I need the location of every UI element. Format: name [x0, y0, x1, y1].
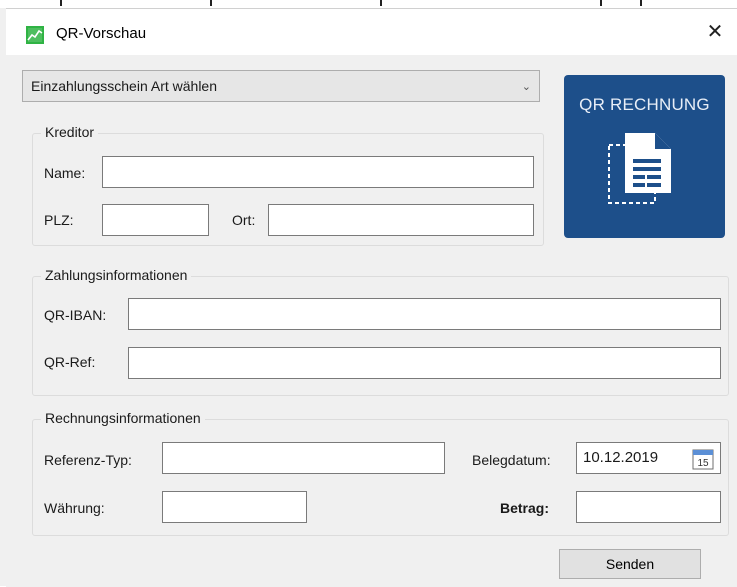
calendar-day: 15: [697, 458, 709, 469]
referenz-typ-label: Referenz-Typ:: [44, 452, 132, 468]
parent-window-strip: [0, 0, 737, 8]
window-title: QR-Vorschau: [56, 25, 147, 42]
zahlungsinformationen-legend: Zahlungsinformationen: [41, 267, 192, 283]
parent-tick: [380, 0, 382, 6]
invoice-type-select-value: Einzahlungsschein Art wählen: [31, 78, 218, 94]
app-chart-icon: [26, 26, 44, 44]
qr-preview-dialog: QR-Vorschau ✕ Einzahlungsschein Art wähl…: [6, 8, 737, 587]
parent-tick: [210, 0, 212, 6]
plz-input[interactable]: [102, 204, 209, 236]
referenz-typ-input[interactable]: [162, 442, 445, 474]
qr-rechnung-logo: QR RECHNUNG: [564, 75, 725, 238]
send-button[interactable]: Senden: [559, 549, 701, 579]
close-button[interactable]: ✕: [701, 17, 729, 45]
ort-label: Ort:: [232, 212, 256, 228]
belegdatum-datepicker[interactable]: 10.12.2019 15: [576, 442, 721, 474]
close-icon: ✕: [706, 20, 724, 43]
belegdatum-label: Belegdatum:: [472, 452, 551, 468]
belegdatum-value: 10.12.2019: [583, 449, 659, 466]
chevron-down-icon: ⌄: [521, 81, 531, 93]
title-bar: QR-Vorschau ✕: [6, 9, 737, 55]
parent-tick: [640, 0, 642, 6]
waehrung-label: Währung:: [44, 500, 105, 516]
rechnungsinformationen-legend: Rechnungsinformationen: [41, 410, 205, 426]
parent-tick: [600, 0, 602, 6]
betrag-label: Betrag:: [500, 500, 550, 516]
invoice-type-select[interactable]: Einzahlungsschein Art wählen ⌄: [22, 70, 540, 102]
name-input[interactable]: [102, 156, 534, 188]
document-icon: [608, 133, 671, 204]
kreditor-legend: Kreditor: [41, 124, 99, 140]
logo-text: QR RECHNUNG: [579, 95, 710, 114]
qr-iban-input[interactable]: [128, 298, 721, 330]
waehrung-input[interactable]: [162, 491, 307, 523]
qr-ref-input[interactable]: [128, 347, 721, 379]
calendar-icon[interactable]: 15: [692, 448, 714, 470]
parent-tick: [60, 0, 62, 6]
qr-iban-label: QR-IBAN:: [44, 307, 107, 323]
ort-input[interactable]: [268, 204, 534, 236]
betrag-input[interactable]: [576, 491, 721, 523]
plz-label: PLZ:: [44, 212, 74, 228]
qr-ref-label: QR-Ref:: [44, 354, 96, 370]
name-label: Name:: [44, 165, 86, 181]
